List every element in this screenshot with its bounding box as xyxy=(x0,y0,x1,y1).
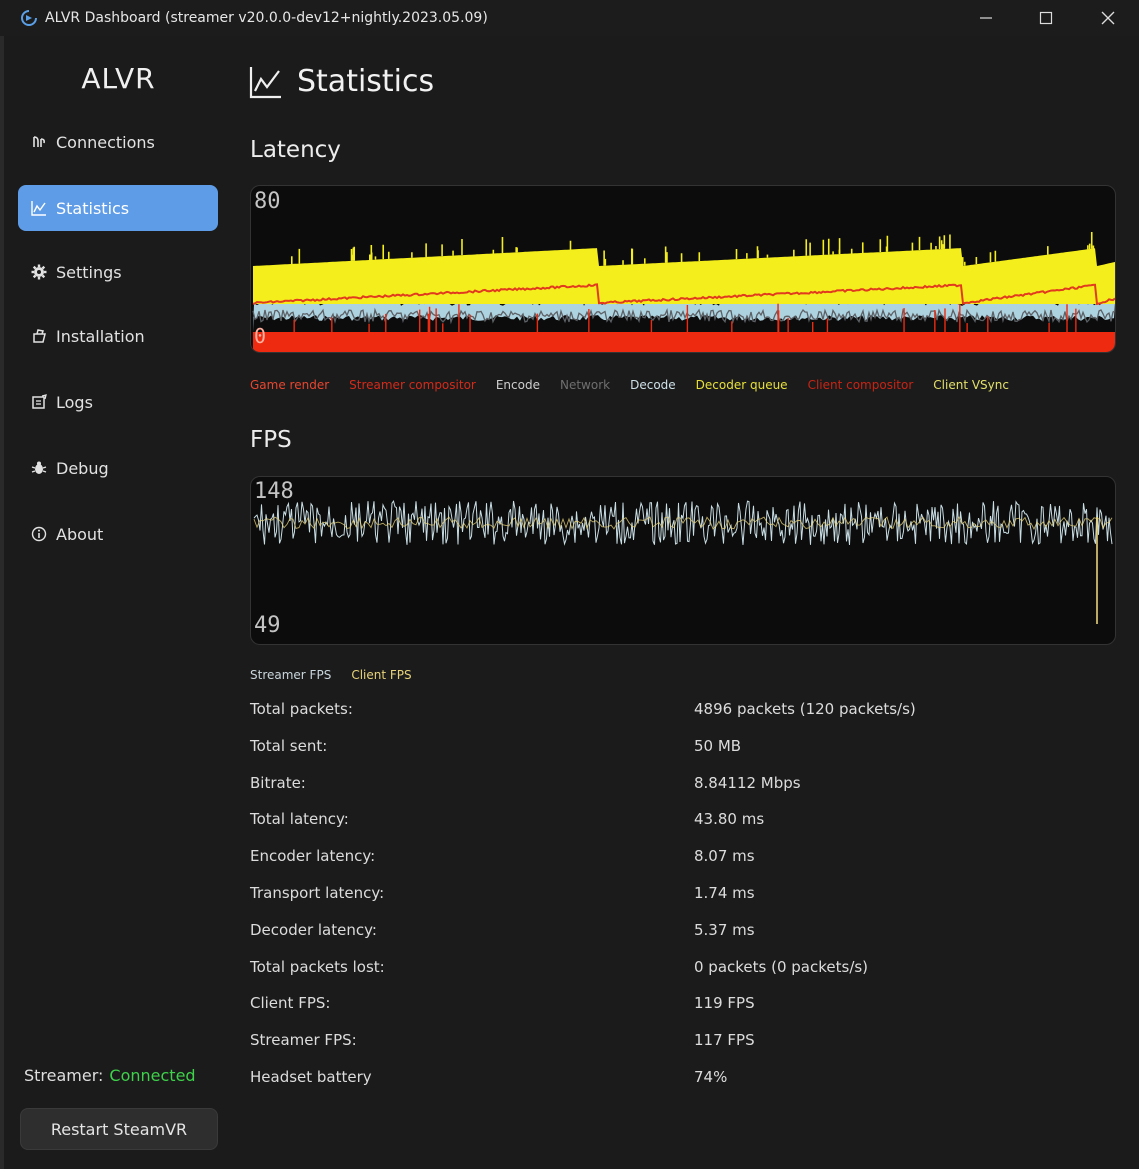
stat-row: Decoder latency: 5.37 ms xyxy=(250,921,1116,945)
stat-label: Headset battery xyxy=(250,1068,372,1086)
latency-legend-item: Encode xyxy=(495,378,540,392)
latency-plot xyxy=(252,232,1115,352)
minimize-button[interactable] xyxy=(956,0,1016,36)
restart-steamvr-button[interactable]: Restart SteamVR xyxy=(20,1108,218,1150)
latency-legend-item: Streamer compositor xyxy=(349,378,476,392)
stat-value: 0 packets (0 packets/s) xyxy=(694,957,869,976)
gear-icon xyxy=(30,263,48,281)
stat-value: 5.37 ms xyxy=(694,920,755,939)
sidebar-item-about[interactable]: About xyxy=(18,511,218,557)
stat-value: 74% xyxy=(694,1068,728,1086)
stat-value: 1.74 ms xyxy=(694,884,755,902)
sidebar: ALVR Connections Statistics Settings Ins… xyxy=(0,36,229,1169)
sidebar-item-label: Installation xyxy=(56,326,145,346)
latency-max-label: 80 xyxy=(254,189,281,214)
title-bar: ALVR Dashboard (streamer v20.0.0-dev12+n… xyxy=(0,0,1139,36)
stat-label: Total packets lost: xyxy=(250,957,385,976)
stat-row: Streamer FPS: 117 FPS xyxy=(250,1031,1116,1055)
latency-legend-item: Client compositor xyxy=(807,378,914,392)
statistics-icon xyxy=(249,66,281,98)
logs-icon xyxy=(30,393,48,411)
sidebar-item-label: Debug xyxy=(56,458,109,478)
fps-min-label: 49 xyxy=(254,613,281,638)
connections-icon xyxy=(30,133,48,151)
latency-heading: Latency xyxy=(250,137,341,163)
stat-value: 4896 packets (120 packets/s) xyxy=(694,700,916,718)
close-icon xyxy=(1101,11,1115,25)
streamer-status-value: Connected xyxy=(109,1066,196,1085)
stat-row: Client FPS: 119 FPS xyxy=(250,994,1116,1018)
fps-graph: 148 49 xyxy=(250,476,1116,645)
stat-value: 119 FPS xyxy=(694,994,755,1013)
stat-value: 50 MB xyxy=(694,736,742,755)
stat-value: 8.84112 Mbps xyxy=(694,773,801,792)
sidebar-item-settings[interactable]: Settings xyxy=(18,249,218,295)
minimize-icon xyxy=(980,17,992,19)
latency-graph: 80 0 xyxy=(250,185,1116,353)
stat-label: Client FPS: xyxy=(250,994,331,1013)
latency-legend-item: Decode xyxy=(630,378,676,392)
latency-legend-item: Game render xyxy=(250,378,330,392)
stat-label: Total packets: xyxy=(250,700,353,718)
close-button[interactable] xyxy=(1078,0,1138,36)
stat-row: Bitrate: 8.84112 Mbps xyxy=(250,774,1116,798)
main-panel: Statistics Latency 80 0 Game render Strea… xyxy=(229,36,1139,1169)
fps-legend-item: Client FPS xyxy=(351,668,412,682)
stat-row: Total packets lost: 0 packets (0 packets/… xyxy=(250,958,1116,982)
sidebar-item-statistics[interactable]: Statistics xyxy=(18,185,218,231)
installation-icon xyxy=(30,327,48,345)
latency-min-label: 0 xyxy=(254,324,267,348)
sidebar-item-logs[interactable]: Logs xyxy=(18,379,218,425)
alvr-app-icon xyxy=(21,10,37,26)
stat-row: Headset battery 74% xyxy=(250,1068,1116,1092)
stat-row: Transport latency: 1.74 ms xyxy=(250,884,1116,908)
stat-label: Bitrate: xyxy=(250,773,306,792)
stat-value: 8.07 ms xyxy=(694,847,755,866)
fps-max-label: 148 xyxy=(254,479,294,504)
bug-icon xyxy=(30,459,48,477)
stat-label: Decoder latency: xyxy=(250,920,377,939)
streamer-status: Streamer: Connected xyxy=(24,1066,196,1085)
window-title: ALVR Dashboard (streamer v20.0.0-dev12+n… xyxy=(45,10,488,26)
info-icon xyxy=(30,525,48,543)
maximize-button[interactable] xyxy=(1016,0,1076,36)
sidebar-item-label: About xyxy=(56,524,104,544)
stat-row: Total latency: 43.80 ms xyxy=(250,810,1116,834)
stat-row: Total sent: 50 MB xyxy=(250,737,1116,761)
streamer-status-label: Streamer: xyxy=(24,1066,104,1085)
stat-label: Transport latency: xyxy=(250,884,385,902)
fps-legend-item: Streamer FPS xyxy=(250,668,332,682)
fps-plot xyxy=(253,499,1113,624)
latency-legend-item: Network xyxy=(559,378,611,392)
stat-label: Total latency: xyxy=(250,810,349,829)
maximize-icon xyxy=(1039,11,1053,25)
page-title-text: Statistics xyxy=(297,64,435,99)
sidebar-item-connections[interactable]: Connections xyxy=(18,119,218,165)
stat-label: Encoder latency: xyxy=(250,847,376,866)
stat-label: Total sent: xyxy=(250,736,328,755)
latency-area-game-render xyxy=(253,332,1115,352)
stat-row: Total packets: 4896 packets (120 packets/… xyxy=(250,700,1116,724)
sidebar-item-label: Settings xyxy=(56,262,122,282)
brand-logo-text: ALVR xyxy=(81,62,156,95)
stat-label: Streamer FPS: xyxy=(250,1031,357,1050)
latency-legend-item: Decoder queue xyxy=(695,378,788,392)
sidebar-item-label: Logs xyxy=(56,392,93,412)
sidebar-item-installation[interactable]: Installation xyxy=(18,313,218,359)
statistics-icon xyxy=(30,199,48,217)
sidebar-item-debug[interactable]: Debug xyxy=(18,445,218,491)
latency-area-decoder-queue xyxy=(253,248,1115,304)
stat-row: Encoder latency: 8.07 ms xyxy=(250,847,1116,871)
page-title: Statistics xyxy=(249,64,434,99)
fps-legend: Streamer FPS Client FPS xyxy=(250,668,432,682)
fps-heading: FPS xyxy=(250,427,292,453)
stat-value: 43.80 ms xyxy=(694,810,765,829)
sidebar-item-label: Connections xyxy=(56,132,155,152)
latency-legend-item: Client VSync xyxy=(933,378,1009,392)
sidebar-item-label: Statistics xyxy=(56,198,130,218)
latency-legend: Game render Streamer compositor Encode Netw… xyxy=(250,378,1029,392)
stat-value: 117 FPS xyxy=(694,1031,755,1050)
